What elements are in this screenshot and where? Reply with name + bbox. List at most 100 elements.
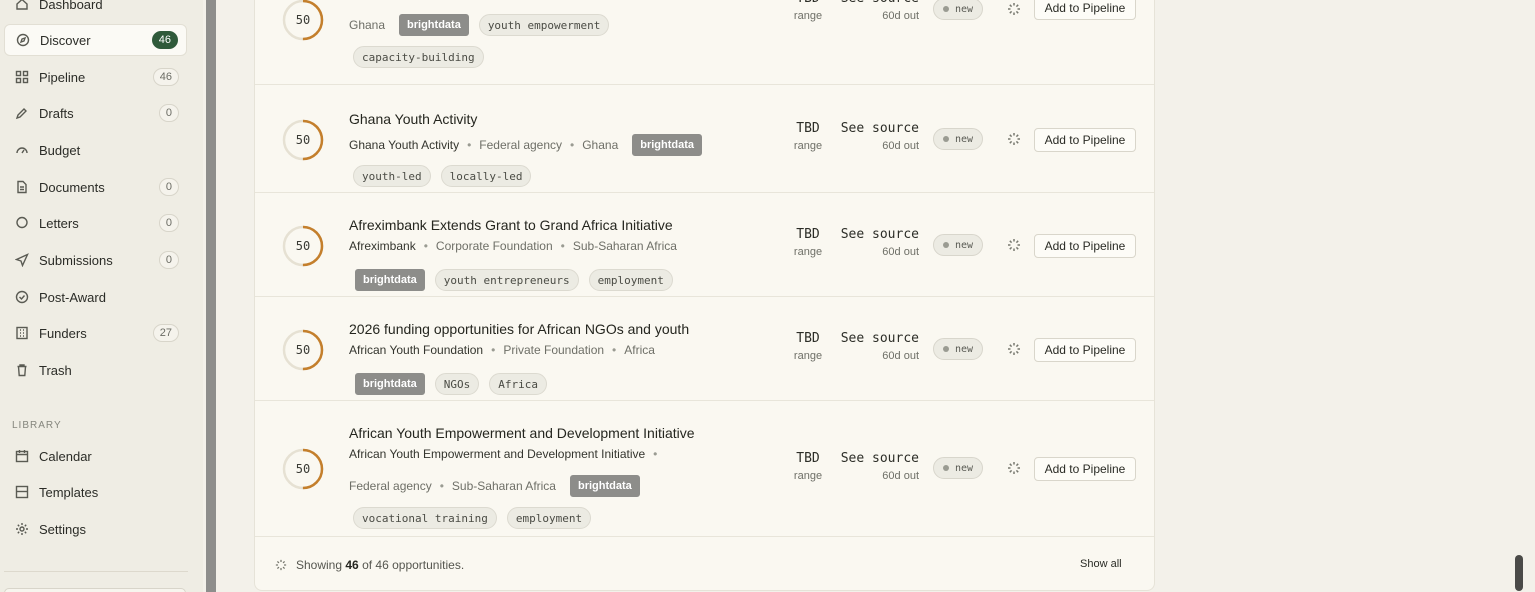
amount-label: range [793,350,823,362]
topic-tag: locally-led [440,165,532,187]
opportunity-row[interactable]: 50 Ghana Youth Activity Ghana Youth Activi… [255,85,1154,193]
add-to-pipeline-button[interactable]: Add to Pipeline [1034,0,1136,20]
sidebar-item-discover[interactable]: Discover 46 [4,24,187,56]
building-icon [15,326,29,340]
add-to-pipeline-button[interactable]: Add to Pipeline [1034,128,1136,152]
tag-list: vocational training employment [353,507,601,529]
deadline-value: See source [840,331,919,346]
status-badge: new [933,338,984,360]
sidebar-item-label: Calendar [39,448,92,464]
list-footer: Showing 46 of 46 opportunities. Show all [255,537,1154,590]
match-score: 50 [281,224,325,268]
status-badge: new [933,0,984,20]
status-label: new [955,239,974,251]
opportunity-meta: African Youth Foundation • Private Foundat… [349,343,655,357]
opportunity-list: Showing 46 of 46 opportunities. Show all… [254,0,1155,591]
add-to-pipeline-button[interactable]: Add to Pipeline [1034,457,1136,481]
sidebar-item-funders[interactable]: Funders 27 [4,317,187,349]
opportunity-row[interactable]: 50 Afreximbank Extends Grant to Grand Afr… [255,193,1154,297]
topic-tag: youth entrepreneurs [434,269,579,291]
page-scrollbar[interactable] [1515,555,1523,591]
deadline-label: 60d out [882,10,919,22]
check-circle-icon [15,290,29,304]
add-to-pipeline-button[interactable]: Add to Pipeline [1034,234,1136,258]
library-section-label: LIBRARY [12,420,62,431]
deadline-label: 60d out [882,350,919,362]
template-icon [15,485,29,499]
status-dot [943,346,949,352]
sidebar-item-label: Settings [39,521,86,537]
meta-value: Sub-Saharan Africa [572,239,677,253]
sidebar-item-documents[interactable]: Documents 0 [4,171,187,203]
match-score-value: 50 [295,133,311,147]
sidebar-item-label: Budget [39,142,81,158]
sidebar-item-submissions[interactable]: Submissions 0 [4,244,187,276]
source-tag: brightdata [355,373,425,395]
count-badge: 0 [158,214,179,232]
sidebar-bottom-control[interactable] [4,588,186,592]
status-dot [943,242,949,248]
topic-tag: capacity-building [353,46,484,68]
count-badge: 27 [152,324,179,342]
deadline-value: See source [840,121,919,136]
opportunity-title[interactable]: African Youth Empowerment and Developmen… [349,425,695,441]
award-amount: TBD range [793,451,823,482]
topic-tag: employment [588,269,673,291]
sidebar-item-letters[interactable]: Letters 0 [4,207,187,239]
sidebar: LIBRARY Dashboard Discover 46 Pipeline 46 Dra… [0,0,203,592]
meta-separator: • [612,343,617,357]
sidebar-item-trash[interactable]: Trash [4,354,187,386]
deadline: See source 60d out [839,121,919,152]
pen-icon [15,106,29,120]
meta-separator: • [653,447,658,461]
meta-separator: • [560,239,565,253]
sidebar-item-drafts[interactable]: Drafts 0 [4,97,187,129]
source-tag: brightdata [569,475,640,497]
opportunity-meta: Afreximbank • Corporate Foundation • Sub-Sah… [349,239,677,253]
meta-value: Federal agency [349,479,432,493]
match-score-value: 50 [295,462,311,476]
gauge-icon [15,143,29,157]
award-amount: TBD range [793,227,823,258]
show-all-button[interactable]: Show all [1080,558,1122,570]
sidebar-item-settings[interactable]: Settings [4,513,187,545]
award-amount: TBD range [793,121,823,152]
calendar-icon [15,449,29,463]
funder-name: Ghana [349,18,386,32]
opportunity-row[interactable]: 50 Ghana brightdata youth empowerment capaci… [255,0,1154,85]
deadline-label: 60d out [882,140,919,152]
amount-value: TBD [796,121,820,136]
count-badge: 46 [152,68,179,86]
sidebar-resize-handle[interactable] [206,0,216,592]
main-content: Showing 46 of 46 opportunities. Show all… [216,0,1535,592]
loading-spinner-icon [1007,238,1021,252]
match-score: 50 [281,328,325,372]
funder-name: African Youth Empowerment and Developmen… [349,447,646,461]
count-badge: 0 [158,178,179,196]
sidebar-item-budget[interactable]: Budget [4,134,187,166]
deadline: See source 60d out [839,331,919,362]
status-label: new [955,133,974,145]
opportunity-title[interactable]: Ghana Youth Activity [349,111,477,127]
loading-spinner-icon [1007,132,1021,146]
funder-name: Ghana Youth Activity [349,138,460,152]
sidebar-item-pipeline[interactable]: Pipeline 46 [4,61,187,93]
sidebar-divider [4,571,188,572]
sidebar-item-dashboard[interactable]: Dashboard [4,0,187,20]
opportunity-meta: Ghana Youth Activity • Federal agency • Ghan… [349,134,712,156]
sidebar-item-post-award[interactable]: Post-Award [4,281,187,313]
sidebar-item-templates[interactable]: Templates [4,476,187,508]
sidebar-item-calendar[interactable]: Calendar [4,440,187,472]
sidebar-item-label: Post-Award [39,289,106,305]
meta-separator: • [570,138,575,152]
topic-tag: Africa [489,373,548,395]
opportunity-title[interactable]: Afreximbank Extends Grant to Grand Afric… [349,217,673,233]
amount-value: TBD [793,0,823,6]
opportunity-row[interactable]: 50 African Youth Empowerment and Developm… [255,401,1154,537]
add-to-pipeline-button[interactable]: Add to Pipeline [1034,338,1136,362]
meta-separator: • [423,239,428,253]
opportunity-title[interactable]: 2026 funding opportunities for African N… [349,321,689,337]
opportunity-row[interactable]: 50 2026 funding opportunities for African… [255,297,1154,401]
meta-value: Private Foundation [503,343,605,357]
deadline: See source 60d out [839,227,919,258]
